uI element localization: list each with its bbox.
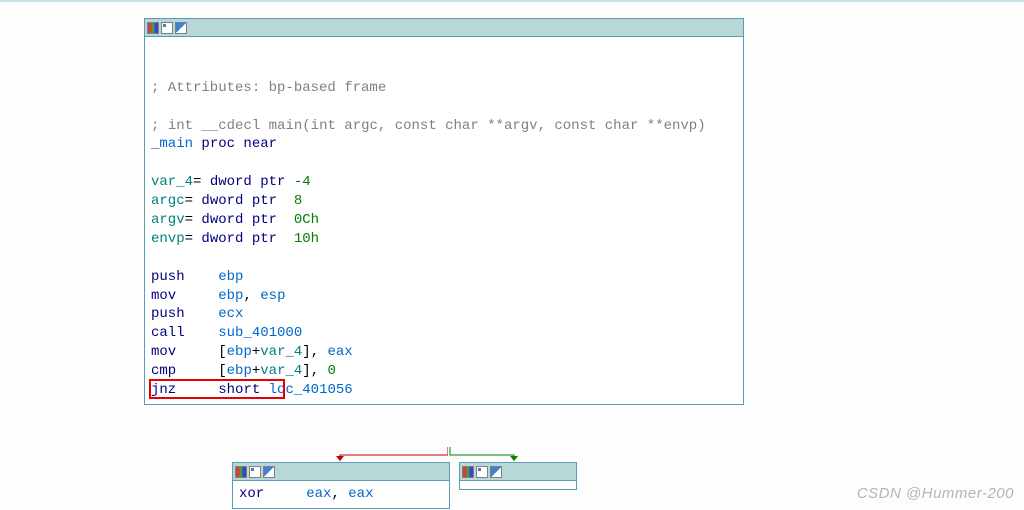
flag-icon[interactable] [490,466,502,478]
instr-jnz: jnz short loc_401056 [151,382,353,398]
watermark: CSDN @Hummer-200 [857,485,1014,502]
node-body: xor eax, eax [233,481,449,508]
window-icon[interactable] [249,466,261,478]
instr-mov-var4-eax: mov [ebp+var_4], eax [151,344,353,360]
node-body: ; Attributes: bp-based frame ; int __cde… [145,37,743,404]
palette-icon[interactable] [235,466,247,478]
instr-mov-ebp-esp: mov ebp, esp [151,288,285,304]
node-header [233,463,449,481]
instr-push-ebp: push ebp [151,269,243,285]
instr-xor: xor eax, eax [239,486,373,502]
node-body [460,481,576,489]
instr-push-ecx: push ecx [151,306,243,322]
graph-node-main[interactable]: ; Attributes: bp-based frame ; int __cde… [144,18,744,405]
node-header [145,19,743,37]
var-decl-2: argc= dword ptr 8 [151,193,302,209]
flag-icon[interactable] [175,22,187,34]
comment-sig: ; int __cdecl main(int argc, const char … [151,118,706,134]
instr-call: call sub_401000 [151,325,302,341]
node-header [460,463,576,481]
palette-icon[interactable] [462,466,474,478]
window-icon[interactable] [476,466,488,478]
app-top-border [0,0,1024,2]
var-decl-4: envp= dword ptr 10h [151,231,319,247]
var-decl-1: var_4= dword ptr -4 [151,174,311,190]
blank-line [151,61,159,77]
graph-node-true-branch[interactable] [459,462,577,490]
proc-decl: _main proc near [151,136,277,152]
var-decl-3: argv= dword ptr 0Ch [151,212,319,228]
graph-node-false-branch[interactable]: xor eax, eax [232,462,450,509]
window-icon[interactable] [161,22,173,34]
palette-icon[interactable] [147,22,159,34]
flag-icon[interactable] [263,466,275,478]
instr-cmp: cmp [ebp+var_4], 0 [151,363,336,379]
comment-attributes: ; Attributes: bp-based frame [151,80,386,96]
